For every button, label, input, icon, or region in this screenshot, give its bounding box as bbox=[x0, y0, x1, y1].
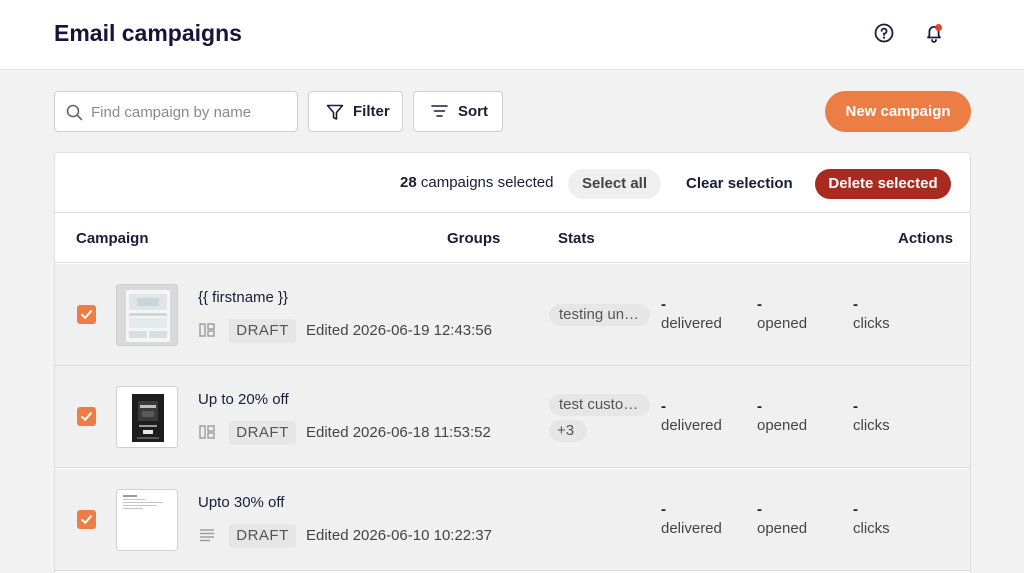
selection-count: 28 bbox=[400, 174, 417, 191]
stat-value: - bbox=[853, 296, 858, 313]
stat-label: delivered bbox=[661, 520, 722, 537]
email-preview-image bbox=[126, 290, 170, 342]
check-icon bbox=[81, 412, 92, 421]
stat-value: - bbox=[661, 296, 666, 313]
sort-button[interactable]: Sort bbox=[413, 91, 503, 132]
status-badge: DRAFT bbox=[229, 421, 296, 445]
column-header-stats[interactable]: Stats bbox=[558, 230, 595, 247]
column-header-campaign[interactable]: Campaign bbox=[76, 230, 149, 247]
edited-timestamp: Edited 2026-06-18 11:53:52 bbox=[306, 424, 491, 441]
stat-label: clicks bbox=[853, 315, 890, 332]
notification-dot bbox=[935, 24, 942, 31]
select-all-button[interactable]: Select all bbox=[568, 169, 661, 199]
stat-value: - bbox=[757, 398, 762, 415]
table-row[interactable]: {{ firstname }} DRAFT Edited 2026-06-19 … bbox=[55, 264, 970, 366]
group-badge[interactable]: testing un… bbox=[549, 304, 650, 326]
page-header: Email campaigns bbox=[0, 0, 1024, 70]
stat-label: opened bbox=[757, 520, 808, 537]
search-input[interactable] bbox=[91, 100, 291, 124]
search-box[interactable] bbox=[54, 91, 298, 132]
stat-label: clicks bbox=[853, 417, 890, 434]
column-header-groups[interactable]: Groups bbox=[447, 230, 500, 247]
stat-value: - bbox=[757, 296, 762, 313]
campaign-thumbnail[interactable] bbox=[116, 284, 178, 346]
stat-value: - bbox=[853, 501, 858, 518]
filter-icon bbox=[326, 104, 344, 120]
check-icon bbox=[81, 515, 92, 524]
campaigns-panel: 28 campaigns selected Select all Clear s… bbox=[54, 152, 971, 573]
filter-button[interactable]: Filter bbox=[308, 91, 403, 132]
campaign-thumbnail[interactable] bbox=[116, 489, 178, 551]
edited-timestamp: Edited 2026-06-19 12:43:56 bbox=[306, 322, 492, 339]
group-badge[interactable]: test custo… bbox=[549, 394, 650, 416]
table-header: Campaign Groups Stats Actions bbox=[55, 213, 970, 263]
table-row[interactable]: Up to 20% off DRAFT Edited 2026-06-18 11… bbox=[55, 366, 970, 468]
layout-blocks-icon bbox=[199, 425, 215, 439]
stat-value: - bbox=[661, 501, 666, 518]
group-more-badge[interactable]: +3 bbox=[549, 420, 587, 442]
delete-selected-button[interactable]: Delete selected bbox=[815, 169, 951, 199]
help-circle-icon[interactable] bbox=[873, 22, 895, 44]
campaign-name[interactable]: {{ firstname }} bbox=[198, 289, 288, 306]
stat-label: delivered bbox=[661, 315, 722, 332]
column-header-actions: Actions bbox=[898, 230, 954, 247]
row-checkbox[interactable] bbox=[77, 305, 96, 324]
selection-count-suffix: campaigns selected bbox=[420, 174, 554, 191]
email-preview-image bbox=[132, 394, 164, 442]
row-checkbox[interactable] bbox=[77, 510, 96, 529]
sort-label: Sort bbox=[458, 103, 488, 120]
selection-count-text: 28 campaigns selected bbox=[400, 174, 553, 191]
campaign-name[interactable]: Upto 30% off bbox=[198, 494, 284, 511]
campaign-thumbnail[interactable] bbox=[116, 386, 178, 448]
layout-blocks-icon bbox=[199, 323, 215, 337]
plain-text-icon bbox=[200, 529, 214, 542]
stat-label: clicks bbox=[853, 520, 890, 537]
page-title: Email campaigns bbox=[54, 20, 242, 46]
search-icon bbox=[66, 104, 83, 121]
stat-value: - bbox=[757, 501, 762, 518]
check-icon bbox=[81, 310, 92, 319]
selection-bar: 28 campaigns selected Select all Clear s… bbox=[55, 153, 970, 213]
campaign-name[interactable]: Up to 20% off bbox=[198, 391, 289, 408]
edited-timestamp: Edited 2026-06-10 10:22:37 bbox=[306, 527, 492, 544]
row-checkbox[interactable] bbox=[77, 407, 96, 426]
stat-value: - bbox=[661, 398, 666, 415]
email-preview-image bbox=[123, 495, 163, 509]
stat-label: opened bbox=[757, 315, 808, 332]
clear-selection-button[interactable]: Clear selection bbox=[686, 175, 793, 192]
stat-label: opened bbox=[757, 417, 808, 434]
status-badge: DRAFT bbox=[229, 319, 296, 343]
sort-lines-icon bbox=[431, 105, 448, 117]
stat-value: - bbox=[853, 398, 858, 415]
filter-label: Filter bbox=[353, 103, 390, 120]
new-campaign-button[interactable]: New campaign bbox=[825, 91, 971, 132]
status-badge: DRAFT bbox=[229, 524, 296, 548]
table-row[interactable]: Upto 30% off DRAFT Edited 2026-06-10 10:… bbox=[55, 469, 970, 571]
stat-label: delivered bbox=[661, 417, 722, 434]
